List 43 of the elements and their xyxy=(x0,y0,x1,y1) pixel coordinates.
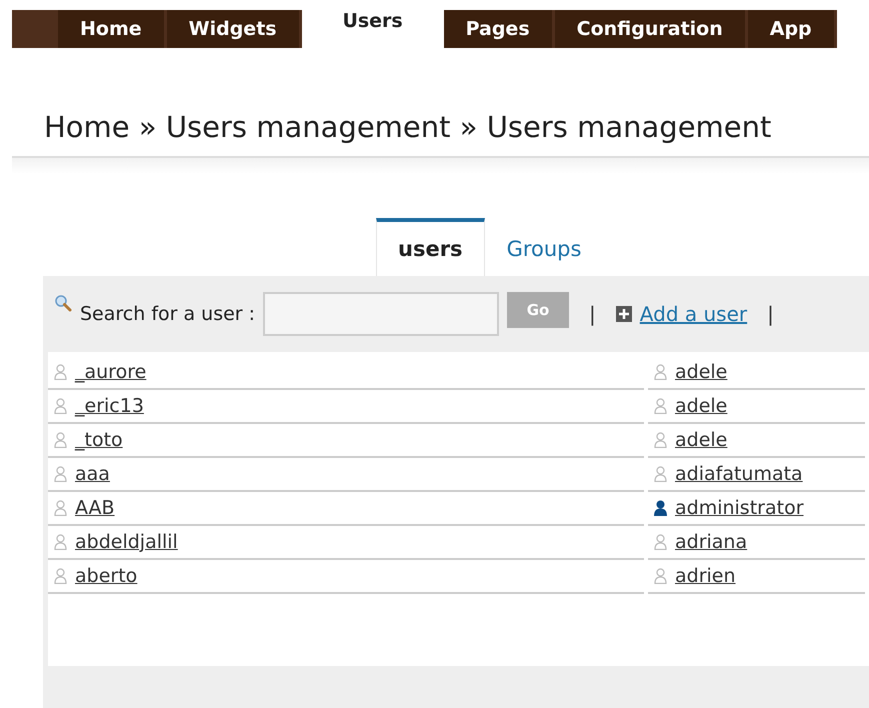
user-link[interactable]: _eric13 xyxy=(75,395,144,417)
nav-tab[interactable]: Pages xyxy=(444,10,555,48)
person-icon xyxy=(654,500,667,516)
add-user-link[interactable]: Add a user xyxy=(616,302,748,326)
search-icon xyxy=(54,294,72,312)
person-outline-icon xyxy=(654,568,667,584)
separator: | xyxy=(767,302,774,326)
tab[interactable]: Groups xyxy=(484,218,604,276)
person-outline-icon xyxy=(54,534,67,550)
user-link[interactable]: AAB xyxy=(75,497,115,519)
person-outline-icon xyxy=(654,398,667,414)
person-outline-icon xyxy=(54,568,67,584)
user-link[interactable]: administrator xyxy=(675,497,804,519)
nav-tab[interactable]: Widgets xyxy=(166,10,302,48)
person-outline-icon xyxy=(654,432,667,448)
user-link[interactable]: aberto xyxy=(75,565,138,587)
person-outline-icon xyxy=(54,364,67,380)
user-link[interactable]: _aurore xyxy=(75,361,146,383)
person-outline-icon xyxy=(654,466,667,482)
search-field[interactable] xyxy=(263,292,500,336)
user-link[interactable]: adele xyxy=(675,361,728,383)
user-link[interactable]: adriana xyxy=(675,531,748,553)
person-outline-icon xyxy=(54,432,67,448)
user-link[interactable]: adele xyxy=(675,429,728,451)
nav-tab[interactable]: Configuration xyxy=(554,10,748,48)
person-outline-icon xyxy=(654,534,667,550)
person-outline-icon xyxy=(54,466,67,482)
user-link[interactable]: adiafatumata xyxy=(675,463,803,485)
search-label: Search for a user : xyxy=(80,303,256,325)
nav-tab[interactable]: App xyxy=(748,10,837,48)
nav-bar-edge xyxy=(12,10,58,48)
user-link[interactable]: _toto xyxy=(75,429,123,451)
person-outline-icon xyxy=(654,364,667,380)
user-link[interactable]: adrien xyxy=(675,565,736,587)
nav-tab[interactable]: Home xyxy=(58,10,167,48)
person-outline-icon xyxy=(54,500,67,516)
user-link[interactable]: adele xyxy=(675,395,728,417)
breadcrumb: Home » Users management » Users management xyxy=(44,110,772,144)
plus-icon xyxy=(616,306,632,322)
separator: | xyxy=(589,302,596,326)
person-outline-icon xyxy=(54,398,67,414)
user-link[interactable]: abdeldjallil xyxy=(75,531,178,553)
user-link[interactable]: aaa xyxy=(75,463,110,485)
